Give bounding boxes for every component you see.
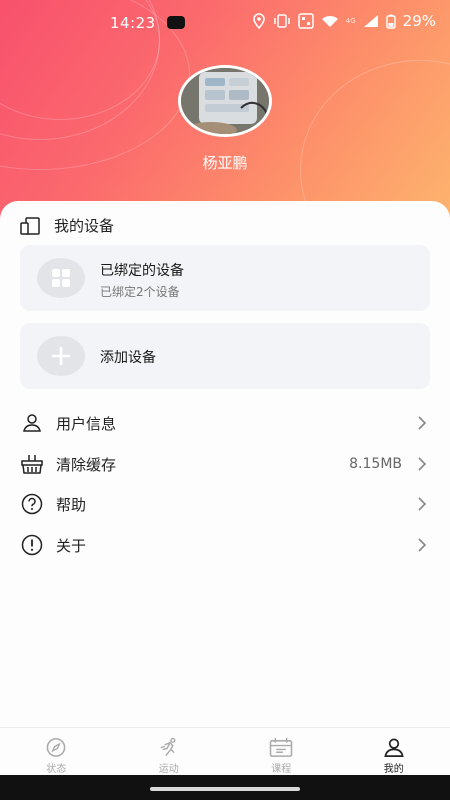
my-devices-header: 我的设备 [20, 215, 114, 236]
tab-mine[interactable]: 我的 [338, 728, 450, 775]
tab-label: 课程 [271, 764, 292, 775]
bound-devices-title: 已绑定的设备 [100, 263, 184, 279]
home-gesture-handle[interactable] [150, 786, 300, 791]
chevron-right-icon [418, 538, 427, 552]
tab-label: 状态 [46, 764, 67, 775]
location-icon [252, 13, 265, 29]
chevron-right-icon [418, 457, 427, 471]
device-icon [20, 216, 40, 235]
compass-icon [46, 738, 66, 757]
camera-notch-icon [167, 16, 185, 29]
content-card: 我的设备 已绑定的设备 已绑定2个设备 添加设备 用户信息 清除缓存 8.15M… [0, 201, 450, 731]
wifi-icon [321, 15, 338, 27]
info-icon [20, 533, 44, 557]
avatar-photo [181, 68, 269, 134]
chevron-right-icon [418, 416, 427, 430]
status-time: 14:23 [110, 14, 156, 32]
menu-item-label: 清除缓存 [56, 455, 117, 474]
plus-icon [37, 336, 85, 376]
profile-icon [384, 738, 404, 757]
chevron-right-icon [418, 497, 427, 511]
username: 杨亚鹏 [202, 154, 248, 172]
grid-icon [37, 258, 85, 298]
nfc-icon [298, 13, 314, 29]
tab-exercise[interactable]: 运动 [113, 728, 226, 775]
vibrate-icon [274, 14, 290, 28]
avatar[interactable] [178, 65, 272, 137]
status-bar: 14:23 4G 29% [0, 0, 450, 44]
add-device-title: 添加设备 [100, 350, 156, 366]
menu-item-label: 用户信息 [56, 414, 117, 433]
menu-item-label: 帮助 [56, 495, 87, 514]
tab-courses[interactable]: 课程 [225, 728, 338, 775]
bottom-tab-bar: 状态 运动 课程 我的 [0, 727, 450, 775]
tab-status[interactable]: 状态 [0, 728, 113, 775]
help-icon [20, 492, 44, 516]
menu-item-label: 关于 [56, 536, 87, 555]
broom-icon [20, 452, 44, 476]
user-icon [20, 411, 44, 435]
network-type: 4G [345, 17, 356, 25]
menu-item-about[interactable]: 关于 [0, 525, 450, 565]
signal-icon [363, 15, 378, 27]
battery-percent: 29% [402, 12, 436, 30]
bound-devices-card[interactable]: 已绑定的设备 已绑定2个设备 [20, 245, 430, 311]
cache-size: 8.15MB [349, 456, 402, 472]
system-nav-bar [0, 775, 450, 800]
running-icon [160, 737, 176, 756]
profile-header: 14:23 4G 29% 杨亚鹏 [0, 0, 450, 230]
my-devices-title: 我的设备 [54, 217, 115, 235]
my-page: 14:23 4G 29% 杨亚鹏 我的设备 已绑定的设备 已绑定2个设备 添加设… [0, 0, 450, 800]
menu-item-user-info[interactable]: 用户信息 [0, 403, 450, 443]
tab-label: 运动 [158, 764, 179, 775]
add-device-card[interactable]: 添加设备 [20, 323, 430, 389]
menu-item-clear-cache[interactable]: 清除缓存 8.15MB [0, 444, 450, 484]
bound-devices-count: 已绑定2个设备 [100, 285, 180, 299]
battery-icon [385, 14, 396, 29]
calendar-icon [269, 737, 293, 757]
menu-item-help[interactable]: 帮助 [0, 484, 450, 524]
tab-label: 我的 [383, 764, 404, 775]
